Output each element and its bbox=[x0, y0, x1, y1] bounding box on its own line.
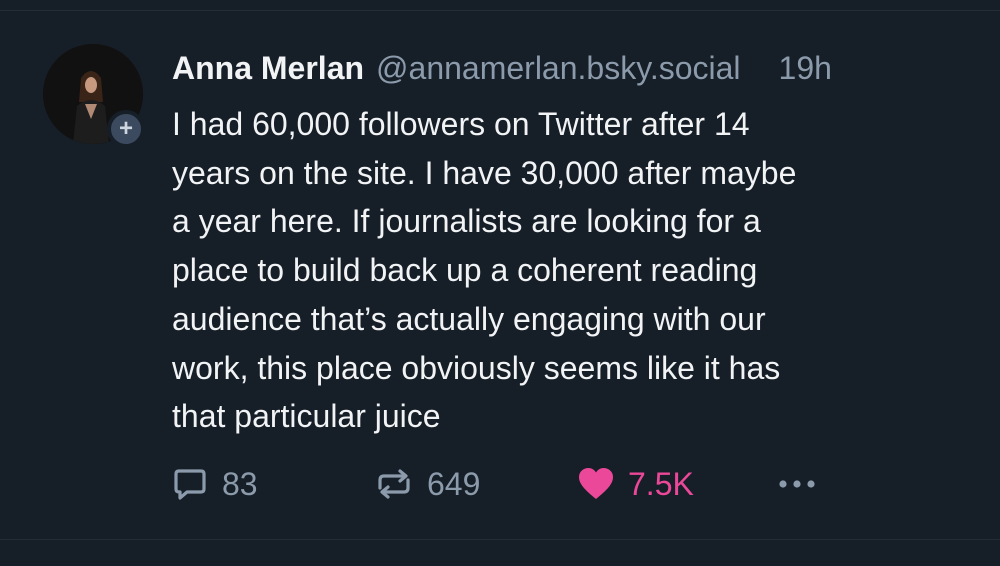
heart-icon bbox=[579, 468, 613, 499]
follow-button[interactable]: + bbox=[107, 110, 145, 148]
reply-count: 83 bbox=[222, 466, 258, 502]
user-handle[interactable]: @annamerlan.bsky.social bbox=[376, 48, 741, 88]
post-actions: 83 649 7.5K bbox=[170, 462, 870, 506]
repost-count: 649 bbox=[427, 466, 481, 502]
repost-arrows-icon bbox=[378, 469, 410, 499]
post-text: I had 60,000 followers on Twitter after … bbox=[172, 106, 797, 435]
ellipsis-icon bbox=[779, 480, 815, 488]
bottom-divider bbox=[0, 539, 1000, 540]
speech-bubble-icon bbox=[174, 469, 206, 500]
like-count: 7.5K bbox=[628, 466, 694, 502]
like-button[interactable]: 7.5K bbox=[576, 462, 694, 506]
plus-icon: + bbox=[118, 115, 133, 142]
post-header: Anna Merlan @annamerlan.bsky.social 19h bbox=[172, 48, 972, 88]
post-card[interactable]: + Anna Merlan @annamerlan.bsky.social 19… bbox=[0, 0, 1000, 566]
repost-button[interactable]: 649 bbox=[373, 462, 480, 506]
display-name[interactable]: Anna Merlan bbox=[172, 48, 364, 88]
top-divider bbox=[0, 10, 1000, 11]
reply-button[interactable]: 83 bbox=[170, 462, 258, 506]
more-options-button[interactable] bbox=[775, 462, 819, 506]
timestamp[interactable]: 19h bbox=[779, 48, 832, 88]
